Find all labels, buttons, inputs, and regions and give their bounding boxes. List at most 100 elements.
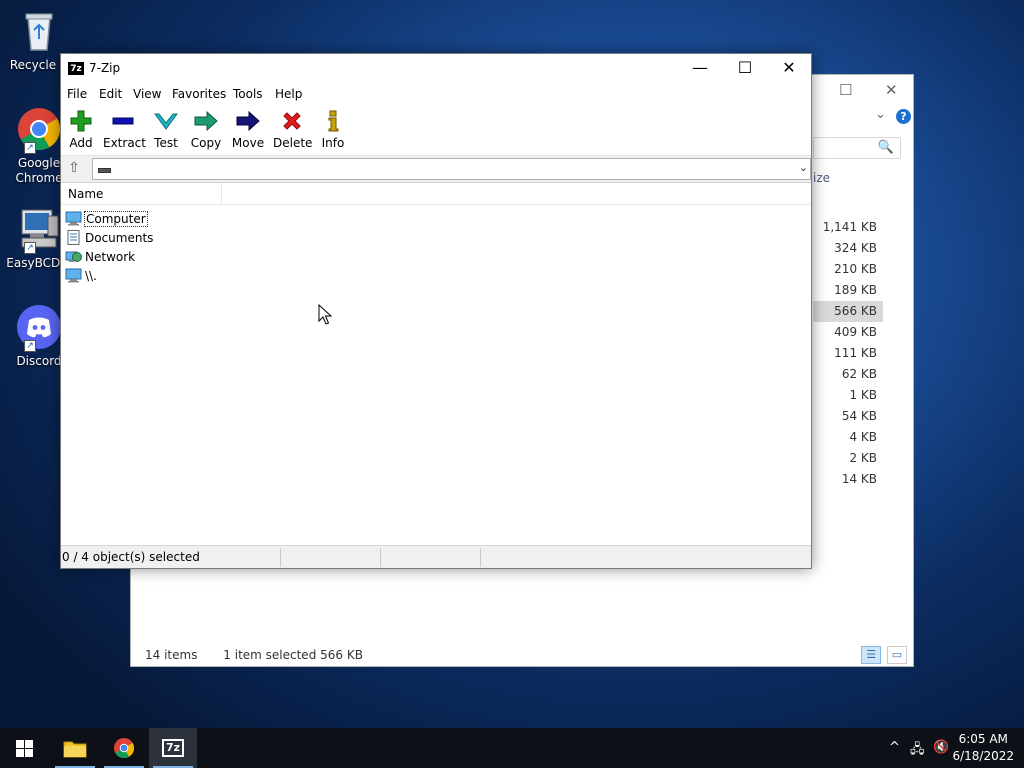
list-item-label: \\.	[85, 268, 97, 283]
name-column-header[interactable]: Name	[68, 187, 103, 201]
list-item-label: Network	[85, 249, 136, 264]
list-item-label: Documents	[85, 230, 154, 245]
size-cell: 566 KB	[813, 301, 883, 322]
network-icon	[65, 249, 82, 264]
move-arrow-icon	[231, 108, 265, 134]
size-cell: 409 KB	[834, 325, 877, 339]
size-cell: 1 KB	[849, 388, 877, 402]
minimize-button[interactable]: —	[677, 54, 723, 84]
7zip-app-icon: 7z	[68, 62, 84, 75]
title-bar[interactable]: 7z 7-Zip — ☐ ✕	[61, 54, 811, 84]
list-item-network[interactable]: Network	[65, 247, 136, 266]
maximize-button[interactable]: ☐	[839, 81, 852, 99]
size-cell: 210 KB	[834, 262, 877, 276]
details-view-icon[interactable]: ☰	[861, 646, 882, 664]
large-icons-view-icon[interactable]: ▭	[887, 646, 907, 664]
chrome-icon: ↗	[16, 106, 62, 154]
delete-label: Delete	[273, 136, 313, 150]
discord-icon: ↗	[16, 304, 62, 352]
up-folder-icon[interactable]: ⇧	[64, 159, 84, 179]
test-label: Test	[154, 136, 178, 150]
selection-status: 0 / 4 object(s) selected	[62, 550, 200, 564]
7zip-window[interactable]: 7z 7-Zip — ☐ ✕ File Edit View Favorites …	[60, 53, 812, 569]
minus-icon	[103, 108, 143, 134]
taskbar-file-explorer[interactable]	[51, 728, 99, 768]
7zip-icon: 7z	[162, 739, 184, 757]
easybcd-icon: ↗	[16, 206, 62, 254]
volume-muted-icon[interactable]: 🔇	[933, 740, 949, 755]
drive-icon	[98, 168, 111, 173]
size-column-header[interactable]: ize	[813, 171, 830, 185]
chrome-icon	[113, 737, 135, 759]
size-cell: 324 KB	[834, 241, 877, 255]
documents-icon	[65, 230, 82, 245]
add-button[interactable]: Add	[68, 108, 94, 150]
menu-edit[interactable]: Edit	[99, 87, 122, 101]
close-button[interactable]: ✕	[885, 81, 898, 99]
clock-time: 6:05 AM	[958, 732, 1008, 746]
computer-icon	[65, 211, 82, 226]
help-icon[interactable]: ?	[896, 109, 911, 124]
file-explorer-icon	[63, 741, 87, 758]
size-cell: 14 KB	[841, 472, 877, 486]
add-label: Add	[69, 136, 93, 150]
item-count: 14 items	[145, 648, 198, 662]
view-switcher: ☰ ▭	[859, 646, 907, 664]
column-header-row: Name	[61, 183, 811, 205]
info-label: Info	[321, 136, 345, 150]
taskbar: 7z ^ 🖧 🔇 6:05 AM 6/18/2022	[0, 728, 1024, 768]
taskbar-7zip[interactable]: 7z	[149, 728, 197, 768]
menu-favorites[interactable]: Favorites	[172, 87, 226, 101]
check-icon	[152, 108, 180, 134]
size-cell: 62 KB	[841, 367, 877, 381]
size-cell: 54 KB	[841, 409, 877, 423]
menu-bar: File Edit View Favorites Tools Help	[61, 84, 811, 104]
extract-button[interactable]: Extract	[103, 108, 146, 150]
close-button[interactable]: ✕	[766, 54, 812, 84]
move-button[interactable]: Move	[231, 108, 265, 150]
chevron-down-icon[interactable]: ⌄	[875, 107, 886, 122]
shortcut-arrow-icon: ↗	[24, 340, 36, 352]
plus-icon	[68, 108, 94, 134]
size-column: 1,141 KB 324 KB 210 KB 189 KB 566 KB 409 KB 11…	[813, 217, 883, 490]
size-cell: 4 KB	[849, 430, 877, 444]
recycle-bin-icon	[16, 8, 62, 54]
toolbar: Add Extract Test Copy Move Delete Info	[61, 104, 811, 156]
delete-x-icon	[273, 108, 311, 134]
list-item-unc-root[interactable]: \\.	[65, 266, 98, 285]
menu-tools[interactable]: Tools	[233, 87, 263, 101]
computer-icon	[65, 268, 82, 283]
extract-label: Extract	[103, 136, 146, 150]
size-cell: 189 KB	[834, 283, 877, 297]
menu-view[interactable]: View	[133, 87, 161, 101]
test-button[interactable]: Test	[152, 108, 180, 150]
network-icon[interactable]: 🖧	[910, 740, 925, 762]
address-combobox[interactable]: ⌄	[92, 158, 811, 180]
taskbar-chrome[interactable]	[100, 728, 148, 768]
address-row: ⇧ ⌄	[61, 156, 811, 182]
column-separator[interactable]	[221, 183, 222, 205]
search-box[interactable]: 🔍	[813, 137, 901, 159]
list-item-computer[interactable]: Computer	[65, 209, 148, 228]
start-button[interactable]	[0, 728, 48, 768]
status-separator	[480, 548, 481, 567]
file-list[interactable]: Name Computer Documents Network \\.	[61, 182, 811, 547]
copy-button[interactable]: Copy	[190, 108, 222, 150]
size-cell: 111 KB	[834, 346, 877, 360]
maximize-button[interactable]: ☐	[722, 54, 768, 84]
delete-button[interactable]: Delete	[273, 108, 313, 150]
clock[interactable]: 6:05 AM 6/18/2022	[952, 731, 1014, 765]
copy-label: Copy	[190, 136, 222, 150]
search-icon: 🔍	[877, 140, 894, 155]
info-icon	[321, 108, 345, 134]
list-item-documents[interactable]: Documents	[65, 228, 154, 247]
show-hidden-icons-chevron[interactable]: ^	[889, 740, 900, 755]
clock-date: 6/18/2022	[952, 749, 1014, 763]
start-icon	[15, 739, 33, 757]
chevron-down-icon[interactable]: ⌄	[799, 161, 808, 174]
copy-arrow-icon	[190, 108, 222, 134]
info-button[interactable]: Info	[321, 108, 345, 150]
menu-file[interactable]: File	[67, 87, 87, 101]
shortcut-arrow-icon: ↗	[24, 242, 36, 254]
menu-help[interactable]: Help	[275, 87, 302, 101]
